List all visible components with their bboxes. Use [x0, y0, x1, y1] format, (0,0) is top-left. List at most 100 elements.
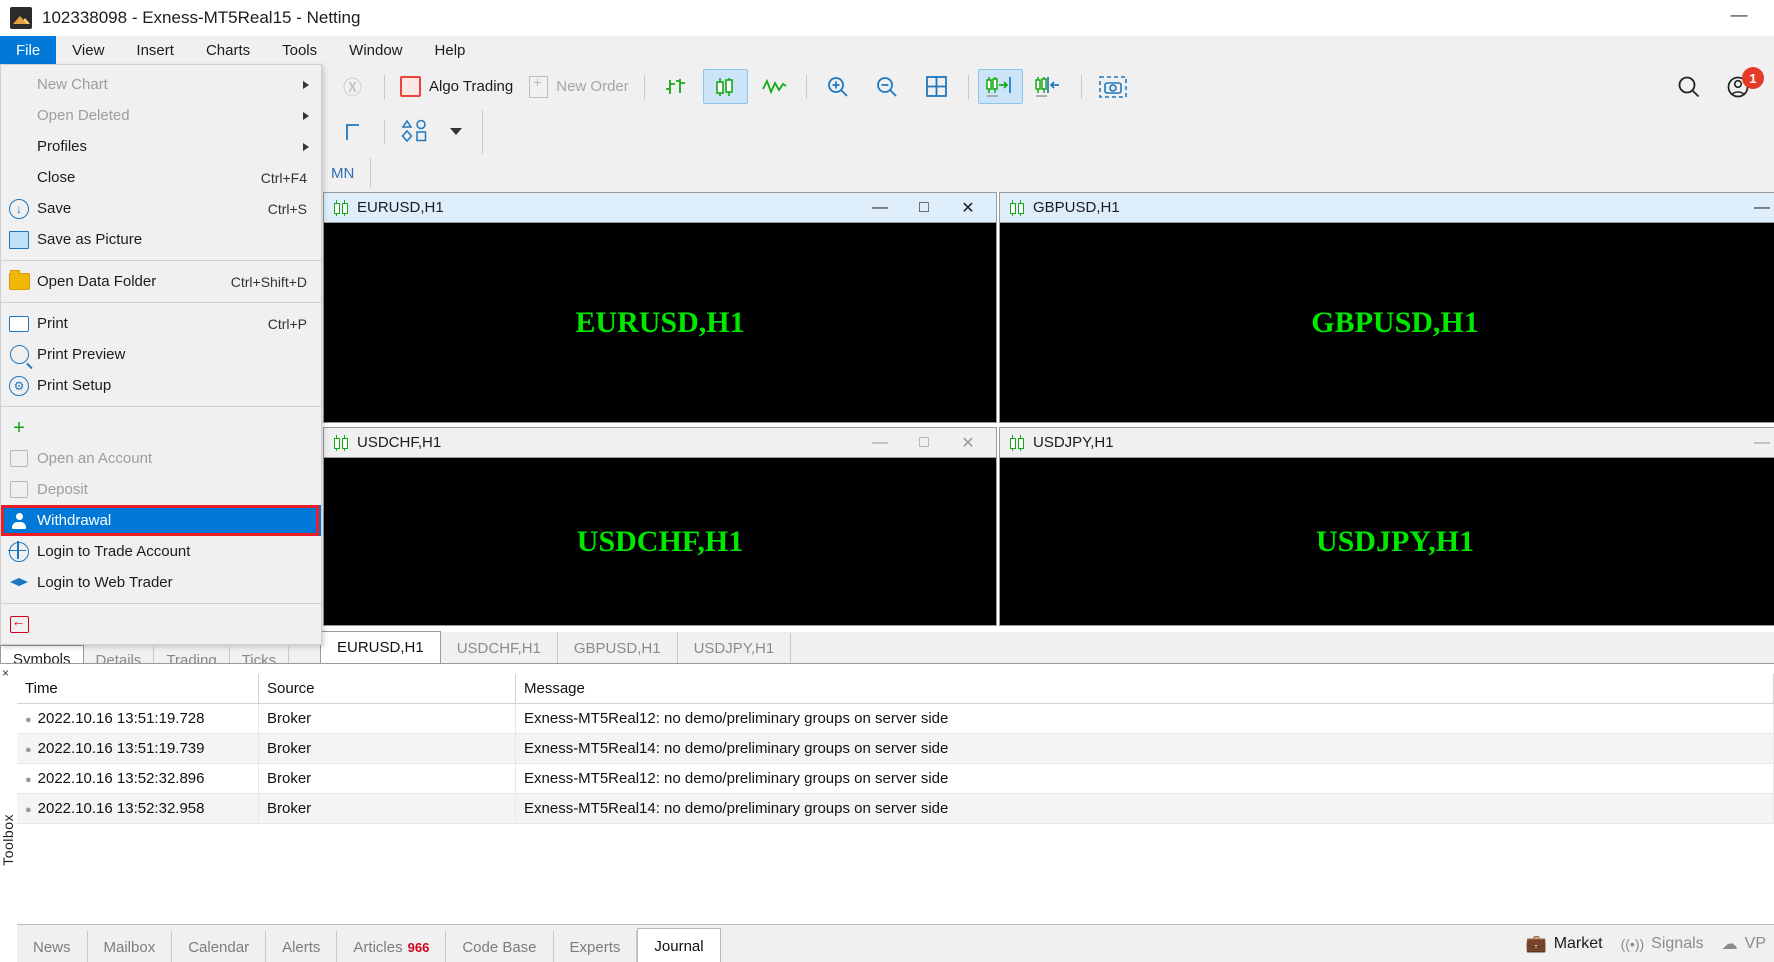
- chart-minimize-button[interactable]: —: [1740, 428, 1774, 457]
- table-row[interactable]: ● 2022.10.16 13:52:32.896 Broker Exness-M…: [17, 763, 1774, 794]
- chart-tab-usdjpy[interactable]: USDJPY,H1: [678, 633, 792, 663]
- chart-maximize-button[interactable]: □: [902, 193, 946, 222]
- candlestick-chart-button[interactable]: [702, 69, 748, 104]
- tab-code-base[interactable]: Code Base: [446, 931, 554, 962]
- chart-tab-gbpusd[interactable]: GBPUSD,H1: [558, 633, 678, 663]
- menu-deposit[interactable]: Open an Account: [1, 443, 321, 474]
- menu-item-window[interactable]: Window: [333, 36, 418, 64]
- objects-button[interactable]: [394, 114, 468, 149]
- account-button[interactable]: 1: [1715, 67, 1764, 104]
- crosshair-button[interactable]: [330, 114, 375, 149]
- menu-item-insert[interactable]: Insert: [120, 36, 190, 64]
- menu-print[interactable]: Print Ctrl+P: [1, 308, 321, 339]
- chart-header-usdchf[interactable]: USDCHF,H1 — □ ✕: [324, 428, 996, 458]
- menu-save[interactable]: ↓ Save Ctrl+S: [1, 193, 321, 224]
- menu-bar: File View Insert Charts Tools Window Hel…: [0, 36, 1774, 65]
- tab-alerts[interactable]: Alerts: [266, 931, 338, 962]
- status-market[interactable]: 💼 Market: [1526, 934, 1603, 954]
- chart-minimize-button[interactable]: —: [1740, 193, 1774, 222]
- chart-tab-usdchf[interactable]: USDCHF,H1: [441, 633, 558, 663]
- chart-window-usdjpy[interactable]: USDJPY,H1 — USDJPY,H1: [999, 427, 1774, 626]
- toolbox-tab-strip: News Mailbox Calendar Alerts Articles 96…: [17, 924, 1774, 962]
- menu-open-data-folder[interactable]: Open Data Folder Ctrl+Shift+D: [1, 266, 321, 297]
- screenshot-button[interactable]: [1091, 69, 1136, 104]
- submenu-arrow-icon: [303, 142, 309, 151]
- bar-chart-button[interactable]: [654, 69, 699, 104]
- toolbar-separator: [370, 158, 372, 188]
- auto-scroll-button[interactable]: [977, 69, 1023, 104]
- menu-item-help[interactable]: Help: [419, 36, 482, 64]
- print-preview-icon: [1, 345, 37, 364]
- chevron-down-icon[interactable]: [450, 128, 462, 135]
- line-chart-button[interactable]: [752, 69, 797, 104]
- journal-col-time[interactable]: Time: [17, 674, 259, 704]
- table-row[interactable]: ● 2022.10.16 13:51:19.728 Broker Exness-M…: [17, 703, 1774, 734]
- chart-window-gbpusd[interactable]: GBPUSD,H1 — GBPUSD,H1: [999, 192, 1774, 423]
- row-bullet-icon: ●: [25, 714, 32, 726]
- auto-scroll-icon: [986, 76, 1012, 97]
- chart-minimize-button[interactable]: —: [858, 193, 902, 222]
- tab-mailbox[interactable]: Mailbox: [88, 931, 173, 962]
- chart-canvas-gbpusd[interactable]: GBPUSD,H1: [1000, 223, 1774, 422]
- table-row[interactable]: ● 2022.10.16 13:52:32.958 Broker Exness-M…: [17, 793, 1774, 824]
- toolbox-close-button[interactable]: ×: [2, 666, 9, 680]
- menu-open-an-account[interactable]: +: [1, 412, 321, 443]
- algo-trading-button[interactable]: Algo Trading: [394, 69, 519, 104]
- chart-watermark-usdchf: USDCHF,H1: [576, 524, 744, 558]
- algo-trading-label: Algo Trading: [429, 78, 514, 95]
- chart-minimize-button[interactable]: —: [858, 428, 902, 457]
- search-button[interactable]: [1666, 69, 1711, 104]
- tab-calendar[interactable]: Calendar: [172, 931, 267, 962]
- menu-profiles[interactable]: Profiles: [1, 131, 321, 162]
- tile-windows-button[interactable]: [914, 69, 959, 104]
- toolbar-separator: [482, 109, 483, 154]
- menu-save-accel: Ctrl+S: [267, 200, 307, 217]
- chart-header-usdjpy[interactable]: USDJPY,H1 —: [1000, 428, 1774, 458]
- menu-item-view[interactable]: View: [56, 36, 120, 64]
- chart-canvas-eurusd[interactable]: EURUSD,H1: [324, 223, 996, 422]
- chart-header-eurusd[interactable]: EURUSD,H1 — □ ✕: [324, 193, 996, 223]
- window-minimize-button[interactable]: —: [1722, 6, 1756, 28]
- tab-news[interactable]: News: [17, 931, 88, 962]
- status-vps[interactable]: ☁ VP: [1722, 934, 1766, 954]
- chart-close-button[interactable]: ✕: [946, 428, 990, 457]
- menu-item-charts[interactable]: Charts: [190, 36, 266, 64]
- indicators-button[interactable]: Ⓧ: [330, 69, 375, 104]
- chart-maximize-button[interactable]: □: [902, 428, 946, 457]
- menu-exit[interactable]: [1, 609, 321, 640]
- chart-close-button[interactable]: ✕: [946, 193, 990, 222]
- tab-articles[interactable]: Articles 966: [337, 931, 447, 962]
- menu-withdrawal[interactable]: Deposit: [1, 474, 321, 505]
- table-row[interactable]: ● 2022.10.16 13:51:19.739 Broker Exness-M…: [17, 733, 1774, 764]
- status-signals[interactable]: ((•)) Signals: [1621, 935, 1704, 953]
- chart-header-gbpusd[interactable]: GBPUSD,H1 —: [1000, 193, 1774, 223]
- menu-login-to-web-trader[interactable]: Login to Trade Account: [1, 536, 321, 567]
- menu-item-tools[interactable]: Tools: [266, 36, 333, 64]
- zoom-in-button[interactable]: [816, 69, 861, 104]
- menu-item-file[interactable]: File: [0, 36, 57, 64]
- new-order-button[interactable]: New Order: [523, 69, 635, 104]
- chart-window-eurusd[interactable]: EURUSD,H1 — □ ✕ EURUSD,H1: [323, 192, 997, 423]
- chart-shift-button[interactable]: [1027, 69, 1072, 104]
- menu-new-chart[interactable]: New Chart: [1, 69, 321, 100]
- timeframe-mn[interactable]: MN: [322, 158, 363, 188]
- picture-icon: [1, 230, 37, 249]
- chart-tab-eurusd[interactable]: EURUSD,H1: [320, 631, 441, 664]
- menu-print-preview[interactable]: Print Preview: [1, 339, 321, 370]
- chart-window-usdchf[interactable]: USDCHF,H1 — □ ✕ USDCHF,H1: [323, 427, 997, 626]
- menu-close[interactable]: Close Ctrl+F4: [1, 162, 321, 193]
- zoom-out-button[interactable]: [865, 69, 910, 104]
- journal-col-source[interactable]: Source: [258, 674, 516, 704]
- tab-journal[interactable]: Journal: [637, 928, 721, 962]
- journal-col-message[interactable]: Message: [515, 674, 1774, 704]
- menu-save-as-picture[interactable]: Save as Picture: [1, 224, 321, 255]
- menu-print-setup[interactable]: ⚙ Print Setup: [1, 370, 321, 401]
- toolbar-separator: [643, 74, 645, 99]
- chart-canvas-usdchf[interactable]: USDCHF,H1: [324, 458, 996, 625]
- chart-canvas-usdjpy[interactable]: USDJPY,H1: [1000, 458, 1774, 625]
- tab-experts[interactable]: Experts: [554, 931, 638, 962]
- menu-login-to-mql5-community[interactable]: Login to Web Trader: [1, 567, 321, 598]
- menu-open-deleted[interactable]: Open Deleted: [1, 100, 321, 131]
- menu-login-to-trade-account[interactable]: Withdrawal: [1, 505, 321, 536]
- journal-cell-message: Exness-MT5Real14: no demo/preliminary gr…: [515, 793, 1774, 824]
